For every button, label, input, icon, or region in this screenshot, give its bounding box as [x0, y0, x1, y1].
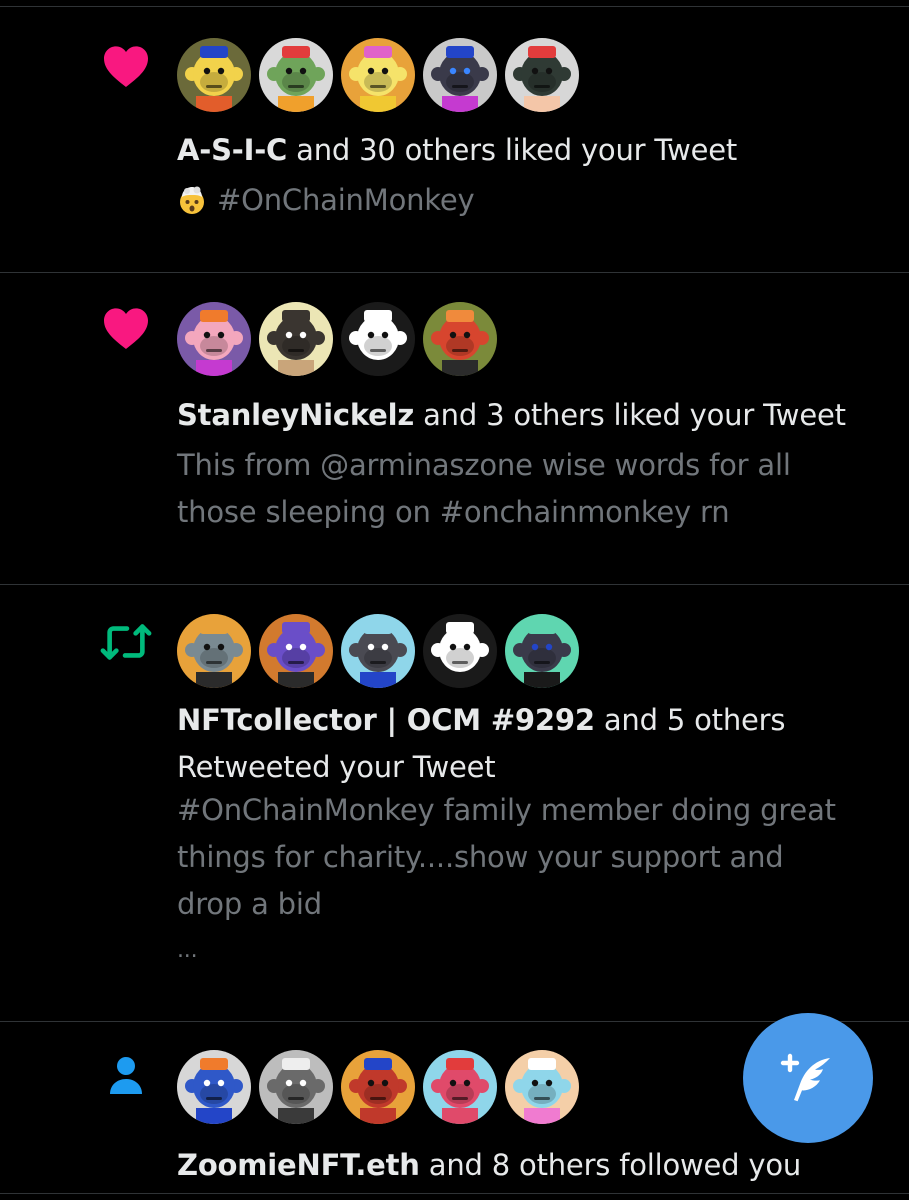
notification-like[interactable]: A-S-I-C and 30 others liked your Tweet #…: [0, 7, 909, 272]
avatar[interactable]: [177, 302, 251, 376]
avatar[interactable]: [259, 1050, 333, 1124]
avatar[interactable]: [177, 1050, 251, 1124]
avatar[interactable]: [505, 1050, 579, 1124]
avatar-row: [177, 38, 579, 112]
retweet-icon: [100, 616, 152, 668]
compose-tweet-icon: [780, 1053, 830, 1102]
summary-text: and 30 others liked your Tweet: [287, 133, 738, 167]
actor-name[interactable]: NFTcollector | OCM #9292: [177, 703, 595, 737]
notification-summary: ZoomieNFT.eth and 8 others followed you: [177, 1142, 801, 1189]
actor-name[interactable]: StanleyNickelz: [177, 398, 414, 432]
notification-like[interactable]: StanleyNickelz and 3 others liked your T…: [0, 273, 909, 584]
avatar[interactable]: [423, 38, 497, 112]
actor-name[interactable]: ZoomieNFT.eth: [177, 1148, 420, 1182]
avatar[interactable]: [259, 302, 333, 376]
summary-text: and 5 others: [594, 703, 786, 737]
avatar[interactable]: [423, 302, 497, 376]
tweet-truncation: ...: [177, 938, 198, 963]
avatar[interactable]: [505, 38, 579, 112]
notification-summary: StanleyNickelz and 3 others liked your T…: [177, 392, 846, 439]
avatar[interactable]: [259, 614, 333, 688]
avatar[interactable]: [177, 614, 251, 688]
avatar[interactable]: [505, 614, 579, 688]
summary-text: and 3 others liked your Tweet: [414, 398, 846, 432]
tweet-text-line: those sleeping on #onchainmonkey rn: [177, 495, 730, 529]
avatar[interactable]: [259, 38, 333, 112]
compose-tweet-button[interactable]: [743, 1013, 873, 1143]
avatar[interactable]: [423, 1050, 497, 1124]
avatar-row: [177, 1050, 579, 1124]
tweet-text-line: #OnChainMonkey: [217, 183, 475, 217]
exploding-head-emoji: [180, 186, 204, 214]
person-icon: [100, 1050, 152, 1102]
avatar-row: [177, 302, 497, 376]
tweet-text-line: drop a bid: [177, 887, 322, 921]
avatar[interactable]: [341, 614, 415, 688]
avatar[interactable]: [423, 614, 497, 688]
heart-icon: [100, 302, 152, 354]
tweet-text-line: things for charity....show your support …: [177, 840, 784, 874]
tweet-text-line: #OnChainMonkey family member doing great: [177, 793, 836, 827]
tweet-preview: #OnChainMonkey: [177, 177, 475, 224]
notification-summary: A-S-I-C and 30 others liked your Tweet: [177, 127, 737, 174]
avatar[interactable]: [177, 38, 251, 112]
notification-retweet[interactable]: NFTcollector | OCM #9292 and 5 others Re…: [0, 585, 909, 1021]
heart-icon: [100, 40, 152, 92]
tweet-text-line: This from @arminaszone wise words for al…: [177, 448, 791, 482]
actor-name[interactable]: A-S-I-C: [177, 133, 287, 167]
avatar[interactable]: [341, 38, 415, 112]
summary-text: and 8 others followed you: [419, 1148, 802, 1182]
avatar[interactable]: [341, 302, 415, 376]
avatar-row: [177, 614, 579, 688]
notification-summary: NFTcollector | OCM #9292 and 5 others: [177, 697, 785, 744]
divider: [0, 1193, 909, 1194]
summary-text: Retweeted your Tweet: [177, 750, 496, 784]
avatar[interactable]: [341, 1050, 415, 1124]
